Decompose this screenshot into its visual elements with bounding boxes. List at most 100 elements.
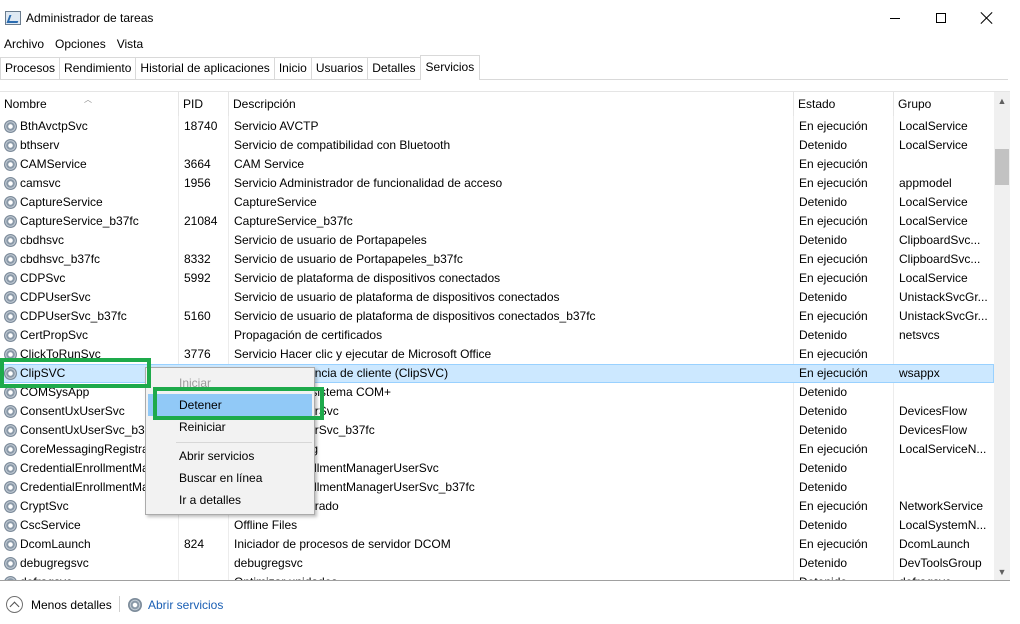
cell-group: ClipboardSvc...	[899, 233, 981, 247]
table-row[interactable]: cbdhsvc_b37fc 8332 Servicio de usuario de …	[0, 250, 994, 269]
maximize-icon	[936, 13, 946, 23]
tab-servicios[interactable]: Servicios	[419, 55, 481, 80]
tab-inicio[interactable]: Inicio	[273, 57, 312, 79]
cell-status: En ejecución	[799, 309, 868, 323]
cell-status: En ejecución	[799, 176, 868, 190]
task-manager-icon	[5, 11, 21, 25]
collapse-up-icon[interactable]	[6, 596, 23, 613]
cell-pid	[180, 516, 228, 535]
column-header-status[interactable]: Estado	[794, 92, 894, 116]
cell-description: CaptureService_b37fc	[234, 214, 353, 228]
cell-pid: 1956	[184, 176, 211, 190]
table-row[interactable]: debugregsvc debugregsvc Detenido DevToolsGr…	[0, 554, 994, 573]
table-row[interactable]: cbdhsvc Servicio de usuario de Portapapel…	[0, 231, 994, 250]
table-row[interactable]: BthAvctpSvc 18740 Servicio AVCTP En ejecuci…	[0, 117, 994, 136]
context-menu-start[interactable]: Iniciar	[148, 372, 312, 394]
cell-status: Detenido	[799, 480, 848, 494]
cell-description: CAM Service	[234, 157, 305, 171]
tab-historial[interactable]: Historial de aplicaciones	[135, 57, 275, 79]
context-menu-open-services[interactable]: Abrir servicios	[148, 445, 312, 467]
cell-group	[895, 155, 991, 174]
cell-status: Detenido	[799, 138, 848, 152]
table-row[interactable]: CAMService 3664 CAM Service En ejecución	[0, 155, 994, 174]
close-icon	[981, 12, 993, 24]
tab-detalles[interactable]: Detalles	[367, 57, 421, 79]
cell-group: UnistackSvcGr...	[899, 309, 988, 323]
cell-group	[895, 383, 991, 402]
cell-pid	[180, 136, 228, 155]
menu-opciones[interactable]: Opciones	[51, 36, 110, 54]
cell-group: netsvcs	[899, 328, 940, 342]
cell-group: LocalService	[899, 271, 968, 285]
tab-usuarios[interactable]: Usuarios	[310, 57, 369, 79]
table-row[interactable]: CaptureService_b37fc 21084 CaptureService_…	[0, 212, 994, 231]
sort-up-icon: ︿	[84, 95, 92, 104]
minimize-button[interactable]	[872, 0, 918, 36]
cell-pid: 18740	[184, 119, 218, 133]
table-row[interactable]: ClickToRunSvc 3776 Servicio Hacer clic y e…	[0, 345, 994, 364]
cell-pid: 3776	[184, 347, 211, 361]
table-row[interactable]: camsvc 1956 Servicio Administrador de func…	[0, 174, 994, 193]
context-menu-go-to-details[interactable]: Ir a detalles	[148, 489, 312, 511]
context-menu-stop[interactable]: Detener	[148, 394, 312, 416]
cell-pid: 3664	[184, 157, 211, 171]
scrollbar-thumb[interactable]	[995, 149, 1009, 185]
column-header-pid[interactable]: PID	[179, 92, 229, 116]
table-row[interactable]: bthserv Servicio de compatibilidad con Bl…	[0, 136, 994, 155]
cell-pid	[180, 193, 228, 212]
cell-status: Detenido	[799, 233, 848, 247]
column-header-group[interactable]: Grupo	[894, 92, 994, 116]
scroll-down-icon[interactable]: ▼	[994, 564, 1010, 580]
scroll-up-icon[interactable]: ▲	[994, 93, 1010, 109]
table-row[interactable]: CDPUserSvc Servicio de usuario de platafo…	[0, 288, 994, 307]
cell-name: CaptureService	[20, 195, 103, 209]
cell-status: Detenido	[799, 423, 848, 437]
cell-status: En ejecución	[799, 366, 868, 380]
table-row[interactable]: CertPropSvc Propagación de certificados De…	[0, 326, 994, 345]
table-header: ︿ Nombre PID Descripción Estado Grupo	[0, 92, 994, 116]
context-menu-restart[interactable]: Reiniciar	[148, 416, 312, 438]
cell-name: defragsvc	[0, 573, 178, 580]
vertical-scrollbar[interactable]: ▲ ▼	[994, 92, 1010, 580]
table-row[interactable]: CaptureService CaptureService Detenido Loca…	[0, 193, 994, 212]
cell-description: Servicio AVCTP	[234, 119, 319, 133]
table-row[interactable]: CscService Offline Files Detenido LocalSyst…	[0, 516, 994, 535]
menu-archivo[interactable]: Archivo	[0, 36, 48, 54]
open-services-link[interactable]: Abrir servicios	[148, 598, 223, 612]
cell-group: DevicesFlow	[899, 404, 968, 418]
cell-description: Servicio Administrador de funcionalidad …	[234, 176, 503, 190]
cell-group	[895, 478, 991, 497]
cell-description: Offline Files	[234, 518, 298, 532]
cell-group: LocalService	[899, 195, 968, 209]
column-header-name[interactable]: ︿ Nombre	[0, 92, 179, 116]
cell-group: appmodel	[899, 176, 952, 190]
cell-name: ClickToRunSvc	[20, 347, 101, 361]
cell-pid: 5992	[184, 271, 211, 285]
table-row[interactable]: CDPUserSvc_b37fc 5160 Servicio de usuario …	[0, 307, 994, 326]
cell-name: cbdhsvc_b37fc	[20, 252, 101, 266]
footer-divider	[119, 596, 120, 612]
cell-description: debugregsvc	[234, 556, 303, 570]
cell-status: En ejecución	[799, 271, 868, 285]
context-menu: Iniciar Detener Reiniciar Abrir servicio…	[145, 367, 315, 515]
maximize-button[interactable]	[918, 0, 964, 36]
table-row[interactable]: CDPSvc 5992 Servicio de plataforma de disp…	[0, 269, 994, 288]
cell-status: En ejecución	[799, 537, 868, 551]
context-menu-separator	[176, 442, 312, 443]
cell-description: Optimizar unidades	[230, 573, 792, 580]
tab-procesos[interactable]: Procesos	[0, 57, 61, 79]
context-menu-search-online[interactable]: Buscar en línea	[148, 467, 312, 489]
table-row[interactable]: DcomLaunch 824 Iniciador de procesos de se…	[0, 535, 994, 554]
tab-rendimiento[interactable]: Rendimiento	[59, 57, 137, 79]
column-header-description[interactable]: Descripción	[229, 92, 794, 116]
cell-status: En ejecución	[799, 119, 868, 133]
cell-description: Servicio de usuario de plataforma de dis…	[234, 290, 560, 304]
close-button[interactable]	[964, 0, 1010, 36]
table-row[interactable]: defragsvcOptimizar unidadesDetenidodefra…	[0, 573, 994, 580]
menu-vista[interactable]: Vista	[113, 36, 147, 54]
less-details-button[interactable]: Menos detalles	[31, 598, 112, 612]
cell-status: Detenido	[799, 518, 848, 532]
cell-status: En ejecución	[799, 442, 868, 456]
cell-pid: 8332	[184, 252, 211, 266]
cell-pid	[180, 573, 228, 580]
